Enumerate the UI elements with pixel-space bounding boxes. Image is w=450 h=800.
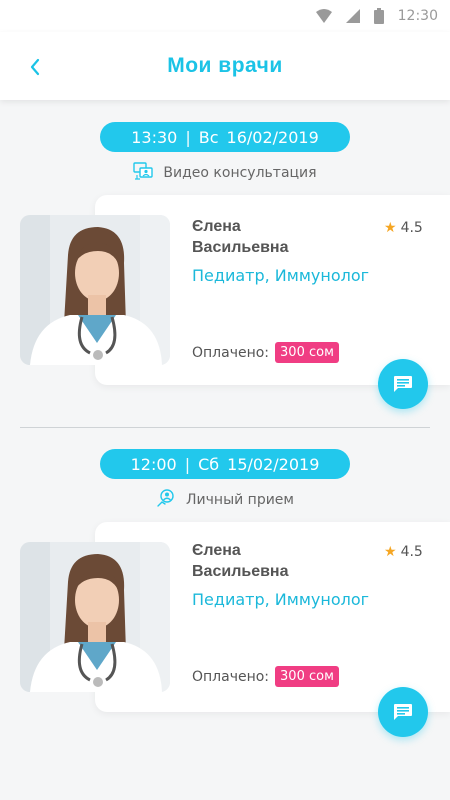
appointment-time: 13:30 xyxy=(131,127,178,147)
price-badge: 300 сом xyxy=(275,666,339,687)
appointment-datetime-pill: 13:30 | Вс 16/02/2019 xyxy=(100,122,350,152)
status-bar: 12:30 xyxy=(0,0,450,32)
page-title: Мои врачи xyxy=(167,54,283,77)
doctor-name: Єлена Васильевна xyxy=(192,216,372,258)
chat-button[interactable] xyxy=(378,687,428,737)
doctor-first-name: Єлена xyxy=(192,542,241,559)
doctor-rating: ★ 4.5 xyxy=(384,544,423,560)
doctor-specialty: Педиатр, Иммунолог xyxy=(192,590,370,609)
app-bar: Мои врачи xyxy=(0,32,450,100)
appointment-day: Сб xyxy=(198,454,220,474)
price-badge: 300 сом xyxy=(275,342,339,363)
paid-label: Оплачено: xyxy=(192,344,270,361)
in-person-icon xyxy=(156,488,176,512)
chat-button[interactable] xyxy=(378,359,428,409)
star-icon: ★ xyxy=(384,220,397,236)
wifi-icon xyxy=(315,9,332,23)
consultation-type-label: Личный прием xyxy=(186,492,294,508)
appointment-time: 12:00 xyxy=(130,454,177,474)
doctor-photo xyxy=(20,542,170,692)
doctor-first-name: Єлена xyxy=(192,218,241,235)
appointment-datetime-pill: 12:00 | Сб 15/02/2019 xyxy=(100,449,350,479)
signal-icon xyxy=(345,9,360,23)
appointment-date: 16/02/2019 xyxy=(226,127,319,147)
payment-status: Оплачено: 300 сом xyxy=(192,666,339,687)
paid-label: Оплачено: xyxy=(192,668,270,685)
star-icon: ★ xyxy=(384,544,397,560)
payment-status: Оплачено: 300 сом xyxy=(192,342,339,363)
doctor-photo xyxy=(20,215,170,365)
consultation-type: Видео консультация xyxy=(0,162,450,184)
doctor-last-name: Васильевна xyxy=(192,239,289,256)
doctor-specialty: Педиатр, Иммунолог xyxy=(192,266,370,285)
rating-value: 4.5 xyxy=(400,220,423,236)
back-button[interactable] xyxy=(20,52,50,82)
chevron-left-icon xyxy=(30,58,40,76)
chat-icon xyxy=(394,376,412,392)
appointment-day: Вс xyxy=(198,127,219,147)
chat-icon xyxy=(394,704,412,720)
doctor-rating: ★ 4.5 xyxy=(384,220,423,236)
rating-value: 4.5 xyxy=(400,544,423,560)
video-consult-icon xyxy=(133,162,154,184)
consultation-type-label: Видео консультация xyxy=(163,165,317,181)
doctor-name: Єлена Васильевна xyxy=(192,540,372,582)
appointment-date: 15/02/2019 xyxy=(227,454,320,474)
divider xyxy=(20,427,430,428)
doctor-last-name: Васильевна xyxy=(192,563,289,580)
battery-icon xyxy=(373,8,384,24)
status-time: 12:30 xyxy=(397,8,438,24)
consultation-type: Личный прием xyxy=(0,489,450,511)
